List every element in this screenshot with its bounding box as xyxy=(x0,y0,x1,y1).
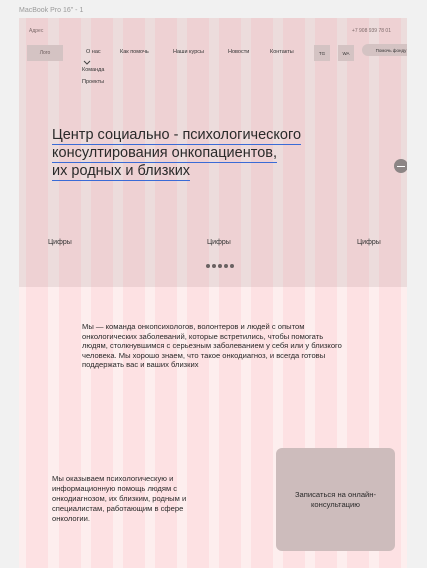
address-text: Адрес xyxy=(29,28,44,34)
slider-dot[interactable] xyxy=(230,264,234,268)
nav-item-courses[interactable]: Наши курсы xyxy=(173,49,204,55)
slider-dots xyxy=(206,264,234,268)
telegram-button[interactable]: TG xyxy=(314,45,330,61)
page-frame: Адрес +7 908 939 78 01 Лого О нас Команд… xyxy=(19,18,407,568)
slider-next-button[interactable] xyxy=(394,159,407,173)
arrow-right-icon xyxy=(397,165,405,167)
submenu-item-projects[interactable]: Проекты xyxy=(82,79,104,85)
about-paragraph: Мы — команда онкопсихологов, волонтеров … xyxy=(82,322,342,369)
stat-item: Цифры xyxy=(48,239,72,246)
nav-item-news[interactable]: Новости xyxy=(228,49,249,55)
phone-link[interactable]: +7 908 939 78 01 xyxy=(352,28,391,34)
online-consultation-button[interactable]: Записаться на онлайн-консультацию xyxy=(276,448,395,551)
frame-label: MacBook Pro 16" - 1 xyxy=(19,7,84,14)
hero-title: Центр социально - психологического консу… xyxy=(52,127,352,181)
logo[interactable]: Лого xyxy=(27,45,63,61)
nav-item-contacts[interactable]: Контакты xyxy=(270,49,294,55)
help-paragraph: Мы оказываем психологическую и информаци… xyxy=(52,474,187,523)
online-consultation-label: Записаться на онлайн-консультацию xyxy=(294,490,377,509)
donate-button[interactable]: Помочь фонду xyxy=(362,44,407,56)
stat-item: Цифры xyxy=(357,239,381,246)
slider-dot[interactable] xyxy=(212,264,216,268)
nav-item-how-to-help[interactable]: Как помочь xyxy=(120,49,149,55)
stat-item: Цифры xyxy=(207,239,231,246)
slider-dot[interactable] xyxy=(224,264,228,268)
slider-dot[interactable] xyxy=(218,264,222,268)
hero-title-line: их родных и близких xyxy=(52,163,191,181)
hero-title-line: Центр социально - психологического xyxy=(52,127,302,145)
whatsapp-button[interactable]: WA xyxy=(338,45,354,61)
chevron-down-icon[interactable] xyxy=(82,58,92,66)
nav-item-about[interactable]: О нас xyxy=(86,49,101,55)
hero-title-line: консултирования онкопациентов, xyxy=(52,145,277,163)
submenu-item-team[interactable]: Команда xyxy=(82,67,104,73)
slider-dot[interactable] xyxy=(206,264,210,268)
